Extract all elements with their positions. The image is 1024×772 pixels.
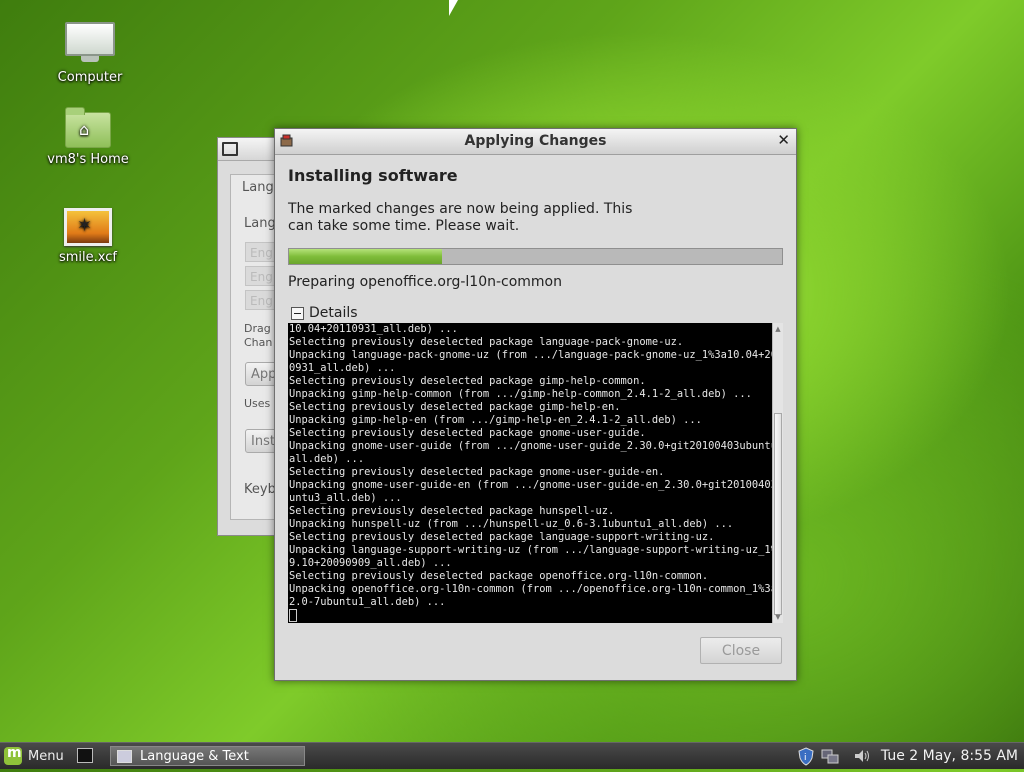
language-label: Lang [244,216,276,231]
terminal-line: Selecting previously deselected package … [289,427,646,439]
details-terminal[interactable]: 10.04+20110931_all.deb) ... Selecting pre… [288,323,772,623]
update-shield-icon[interactable]: i [797,746,815,766]
applying-changes-dialog[interactable]: Applying Changes ✕ Installing software T… [274,128,797,681]
tab-language[interactable]: Lang [242,180,274,195]
close-button[interactable]: Close [700,637,782,664]
desktop-icon-label: Computer [57,70,123,85]
install-progress-bar [288,248,783,265]
terminal-cursor-line [288,609,772,623]
terminal-line: 9.10+20090909_all.deb) ... [289,557,452,569]
taskbar-item-language-text[interactable]: Language & Text [110,746,305,766]
mouse-pointer [449,0,458,16]
terminal-line: 10.04+20110931_all.deb) ... [289,323,458,335]
progress-status-text: Preparing openoffice.org-l10n-common [288,274,562,290]
scroll-down-icon[interactable]: ▼ [773,612,783,622]
volume-icon[interactable] [852,746,872,766]
terminal-line: 0931_all.deb) ... [289,362,396,374]
computer-icon [65,22,115,62]
scroll-up-icon[interactable]: ▲ [773,324,783,334]
network-icon[interactable] [820,746,840,766]
dialog-title: Applying Changes [464,133,607,149]
details-label: Details [309,305,358,321]
collapse-icon [291,306,304,320]
terminal-line: Unpacking gnome-user-guide-en (from .../… [289,479,772,491]
terminal-scrollbar[interactable]: ▲ ▼ [772,323,783,623]
drag-hint-text: Drag [244,322,271,335]
desktop-icon-smile[interactable]: ✶ smile.xcf [33,208,143,265]
terminal-line: Selecting previously deselected package … [289,505,615,517]
desktop-icon-computer[interactable]: Computer [35,22,145,85]
terminal-line: all.deb) ... [289,453,365,465]
image-file-icon: ✶ [64,208,112,246]
taskbar: Menu Language & Text i Tue 2 May, 8:55 A… [0,742,1024,769]
desktop-icon-label: smile.xcf [59,250,117,265]
terminal-line: Unpacking gnome-user-guide (from .../gno… [289,440,772,452]
terminal-cursor [289,609,297,622]
terminal-line: Selecting previously deselected package … [289,466,665,478]
details-expander[interactable]: Details [291,305,358,321]
terminal-line: Unpacking hunspell-uz (from .../hunspell… [289,518,734,530]
terminal-line: Selecting previously deselected package … [289,531,715,543]
terminal-line: 2.0-7ubuntu1_all.deb) ... [289,596,446,608]
close-icon[interactable]: ✕ [777,131,790,149]
terminal-launcher-icon[interactable] [77,748,93,763]
terminal-line: Unpacking gimp-help-en (from .../gimp-he… [289,414,702,426]
terminal-line: Unpacking openoffice.org-l10n-common (fr… [289,583,772,595]
terminal-line: Unpacking language-support-writing-uz (f… [289,544,772,556]
menu-button[interactable]: Menu [4,745,64,766]
window-icon [222,142,238,156]
clock[interactable]: Tue 2 May, 8:55 AM [881,746,1018,766]
terminal-line: Unpacking gimp-help-common (from .../gim… [289,388,752,400]
progress-fill [289,249,442,264]
terminal-line: Selecting previously deselected package … [289,375,646,387]
scrollbar-thumb[interactable] [774,413,782,615]
home-folder-icon: ⌂ [65,107,111,148]
desktop-icon-home[interactable]: ⌂ vm8's Home [33,107,143,167]
mint-logo-icon [4,745,22,765]
dialog-heading: Installing software [288,166,458,185]
dialog-description: The marked changes are now being applied… [288,201,633,234]
terminal-line: Selecting previously deselected package … [289,336,684,348]
svg-text:i: i [804,753,807,763]
terminal-line: untu3_all.deb) ... [289,492,402,504]
terminal-line: Unpacking language-pack-gnome-uz (from .… [289,349,772,361]
terminal-line: Selecting previously deselected package … [289,401,621,413]
keyboard-label: Keyb [244,482,276,497]
desktop-icon-label: vm8's Home [47,152,129,167]
dialog-titlebar[interactable]: Applying Changes ✕ [275,129,796,155]
terminal-line: Selecting previously deselected package … [289,570,709,582]
changes-hint-text: Chan [244,336,273,349]
menu-label: Menu [28,748,64,764]
window-icon [117,749,132,763]
uses-hint-text: Uses [244,397,271,410]
taskbar-item-label: Language & Text [140,748,249,764]
